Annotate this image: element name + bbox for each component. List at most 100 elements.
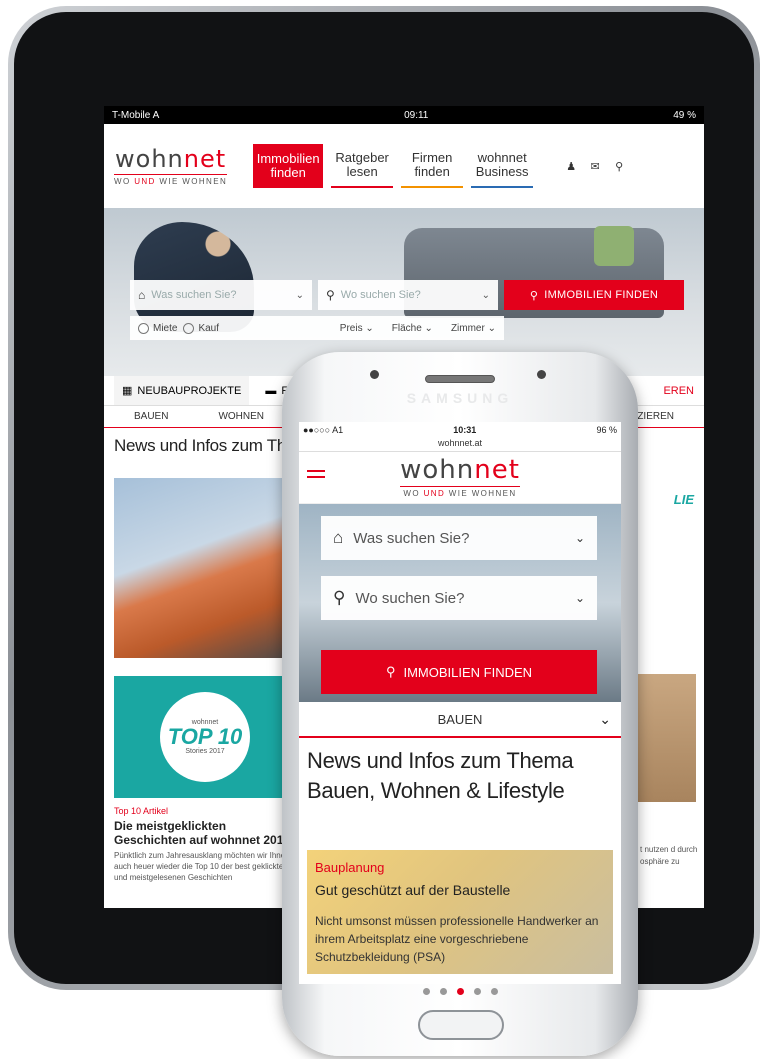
- what-placeholder: Was suchen Sie?: [151, 289, 237, 301]
- mobile-header: wohnnet WO UND WIE WOHNEN: [299, 452, 621, 504]
- filter-area[interactable]: Fläche ⌄: [392, 323, 433, 334]
- logo-tag-b: WIE WOHNEN: [155, 176, 228, 186]
- where-select[interactable]: ⚲ Wo suchen Sie? ⌄: [321, 576, 597, 620]
- what-select[interactable]: ⌂ Was suchen Sie? ⌄: [321, 516, 597, 560]
- url-bar[interactable]: wohnnet.at: [299, 438, 621, 452]
- carrier-label: ●●○○○ A1: [303, 425, 344, 435]
- main-nav: Immobilien finden Ratgeber lesen Firmen …: [253, 144, 541, 188]
- tab-finanzieren[interactable]: EREN: [663, 385, 694, 397]
- radio-rent[interactable]: [138, 322, 149, 334]
- carousel-dot[interactable]: [422, 988, 430, 995]
- article-category: Top 10 Artikel: [114, 806, 169, 816]
- carousel-dot[interactable]: [490, 988, 498, 995]
- right-badge: LIE: [673, 492, 694, 507]
- filter-row: Miete Kauf Preis ⌄ Fläche ⌄ Zimmer ⌄: [130, 316, 504, 340]
- chevron-down-icon: ⌄: [599, 710, 611, 727]
- article-card[interactable]: Bauplanung Gut geschützt auf der Baustel…: [307, 850, 613, 974]
- top10-big: TOP 10: [167, 724, 243, 749]
- article-category: Bauplanung: [315, 860, 385, 875]
- phone-status-bar: ●●○○○ A1 10:31 96 %: [299, 422, 621, 438]
- logo-tag-a: WO: [114, 176, 135, 186]
- radio-buy[interactable]: [183, 322, 195, 334]
- news-heading: News und Infos zum Thema Bauen, Wohnen &…: [307, 748, 574, 803]
- where-placeholder: Wo suchen Sie?: [355, 589, 465, 607]
- nav-firmen-finden[interactable]: Firmen finden: [401, 144, 464, 188]
- filter-price[interactable]: Preis ⌄: [340, 323, 374, 334]
- tab-label: NEUBAUPROJEKTE: [137, 384, 242, 397]
- top10-stories: Stories 2017: [185, 748, 225, 755]
- category-select[interactable]: BAUEN ⌄: [299, 702, 621, 738]
- radio-rent-label: Miete: [153, 322, 178, 334]
- phone-screen: ●●○○○ A1 10:31 96 % wohnnet.at wohnnet W…: [299, 422, 621, 984]
- wohnnet-logo[interactable]: wohnnet WO UND WIE WOHNEN: [114, 144, 228, 186]
- worker-image[interactable]: [114, 478, 296, 658]
- carousel-dot-active[interactable]: [456, 988, 464, 995]
- proximity-sensor: [370, 370, 379, 379]
- search-icon: ⚲: [385, 664, 396, 679]
- top10-image[interactable]: wohnnet TOP 10 Stories 2017: [114, 676, 296, 798]
- plant-image: [594, 226, 634, 266]
- clock: 10:31: [453, 425, 477, 435]
- nav-wohnnet-business[interactable]: wohnnet Business: [471, 144, 534, 188]
- article-teaser[interactable]: Top 10 Artikel Die meistgeklickten Gesch…: [114, 806, 299, 883]
- search-icon[interactable]: ⚲: [609, 156, 629, 176]
- search-button-label: IMMOBILIEN FINDEN: [544, 289, 659, 301]
- tablet-status-bar: T-Mobile A 09:11 49 %: [104, 106, 704, 124]
- search-button[interactable]: ⚲ IMMOBILIEN FINDEN: [504, 280, 684, 310]
- logo-tag-und: UND: [423, 489, 446, 498]
- logo-word-a: wohn: [400, 455, 475, 485]
- phone-brand: SAMSUNG: [406, 390, 514, 406]
- tab-neubauprojekte[interactable]: ▦ NEUBAUPROJEKTE: [114, 376, 250, 405]
- clock: 09:11: [404, 109, 429, 121]
- logo-tag-und: UND: [134, 176, 156, 186]
- phone-device: SAMSUNG ●●○○○ A1 10:31 96 % wohnnet.at w…: [282, 352, 638, 1056]
- carousel-dots: [282, 988, 638, 995]
- front-camera: [537, 370, 546, 379]
- top10-badge: wohnnet TOP 10 Stories 2017: [160, 692, 250, 782]
- logo-tag-a: WO: [403, 489, 424, 498]
- category-label: BAUEN: [437, 711, 483, 727]
- wohnnet-logo[interactable]: wohnnet WO UND WIE WOHNEN: [400, 457, 520, 498]
- article-text: Nicht umsonst müssen professionelle Hand…: [315, 914, 599, 964]
- carousel-dot[interactable]: [473, 988, 481, 995]
- battery-label: 96 %: [596, 425, 617, 435]
- carousel-dot[interactable]: [439, 988, 447, 995]
- subtab-wohnen[interactable]: WOHNEN: [218, 411, 264, 422]
- filter-rooms[interactable]: Zimmer ⌄: [451, 323, 496, 334]
- home-button[interactable]: [418, 1010, 504, 1040]
- interior-image[interactable]: [636, 674, 696, 802]
- nav-ratgeber-lesen[interactable]: Ratgeber lesen: [331, 144, 394, 188]
- chevron-down-icon: ⌄: [574, 531, 585, 545]
- article-text: Pünktlich zum Jahresausklang möchten wir…: [114, 851, 290, 882]
- chevron-down-icon: ⌄: [574, 591, 585, 605]
- article-title[interactable]: Die meistgeklickten Geschichten auf wohn…: [114, 819, 299, 847]
- carrier-label: T-Mobile A: [112, 109, 160, 121]
- hero-banner: ⌂ Was suchen Sie? ⌄ ⚲ Wo suchen Sie? ⌄ ⚲…: [104, 208, 704, 376]
- bed-icon: ▬: [265, 384, 277, 397]
- nav-immobilien-finden[interactable]: Immobilien finden: [253, 144, 324, 188]
- site-header: wohnnet WO UND WIE WOHNEN Immobilien fin…: [104, 124, 704, 208]
- right-article-text: t nutzen d durch osphäre zu: [640, 845, 698, 866]
- house-icon: ⌂: [333, 528, 344, 547]
- logo-word-b: net: [183, 144, 227, 173]
- article-title[interactable]: Gut geschützt auf der Baustelle: [315, 882, 510, 898]
- search-button[interactable]: ⚲ IMMOBILIEN FINDEN: [321, 650, 597, 694]
- user-icon[interactable]: ♟: [561, 156, 581, 176]
- logo-tag-b: WIE WOHNEN: [445, 489, 517, 498]
- subtab-bauen[interactable]: BAUEN: [134, 411, 168, 422]
- where-select[interactable]: ⚲ Wo suchen Sie? ⌄: [318, 280, 498, 310]
- search-bar: ⌂ Was suchen Sie? ⌄ ⚲ Wo suchen Sie? ⌄ ⚲…: [130, 280, 684, 310]
- header-icons: ♟ ✉ ⚲: [561, 156, 629, 176]
- logo-word-b: net: [474, 455, 520, 485]
- mail-icon[interactable]: ✉: [585, 156, 605, 176]
- what-select[interactable]: ⌂ Was suchen Sie? ⌄: [130, 280, 312, 310]
- chevron-down-icon: ⌄: [481, 289, 490, 301]
- location-pin-icon: ⚲: [333, 588, 346, 607]
- battery-label: 49 %: [673, 109, 696, 121]
- location-pin-icon: ⚲: [326, 288, 335, 302]
- hamburger-menu-icon[interactable]: [307, 470, 325, 482]
- where-placeholder: Wo suchen Sie?: [340, 289, 421, 301]
- speaker-grille: [425, 375, 495, 383]
- what-placeholder: Was suchen Sie?: [353, 529, 470, 547]
- mobile-hero: ⌂ Was suchen Sie? ⌄ ⚲ Wo suchen Sie? ⌄ ⚲…: [299, 504, 621, 702]
